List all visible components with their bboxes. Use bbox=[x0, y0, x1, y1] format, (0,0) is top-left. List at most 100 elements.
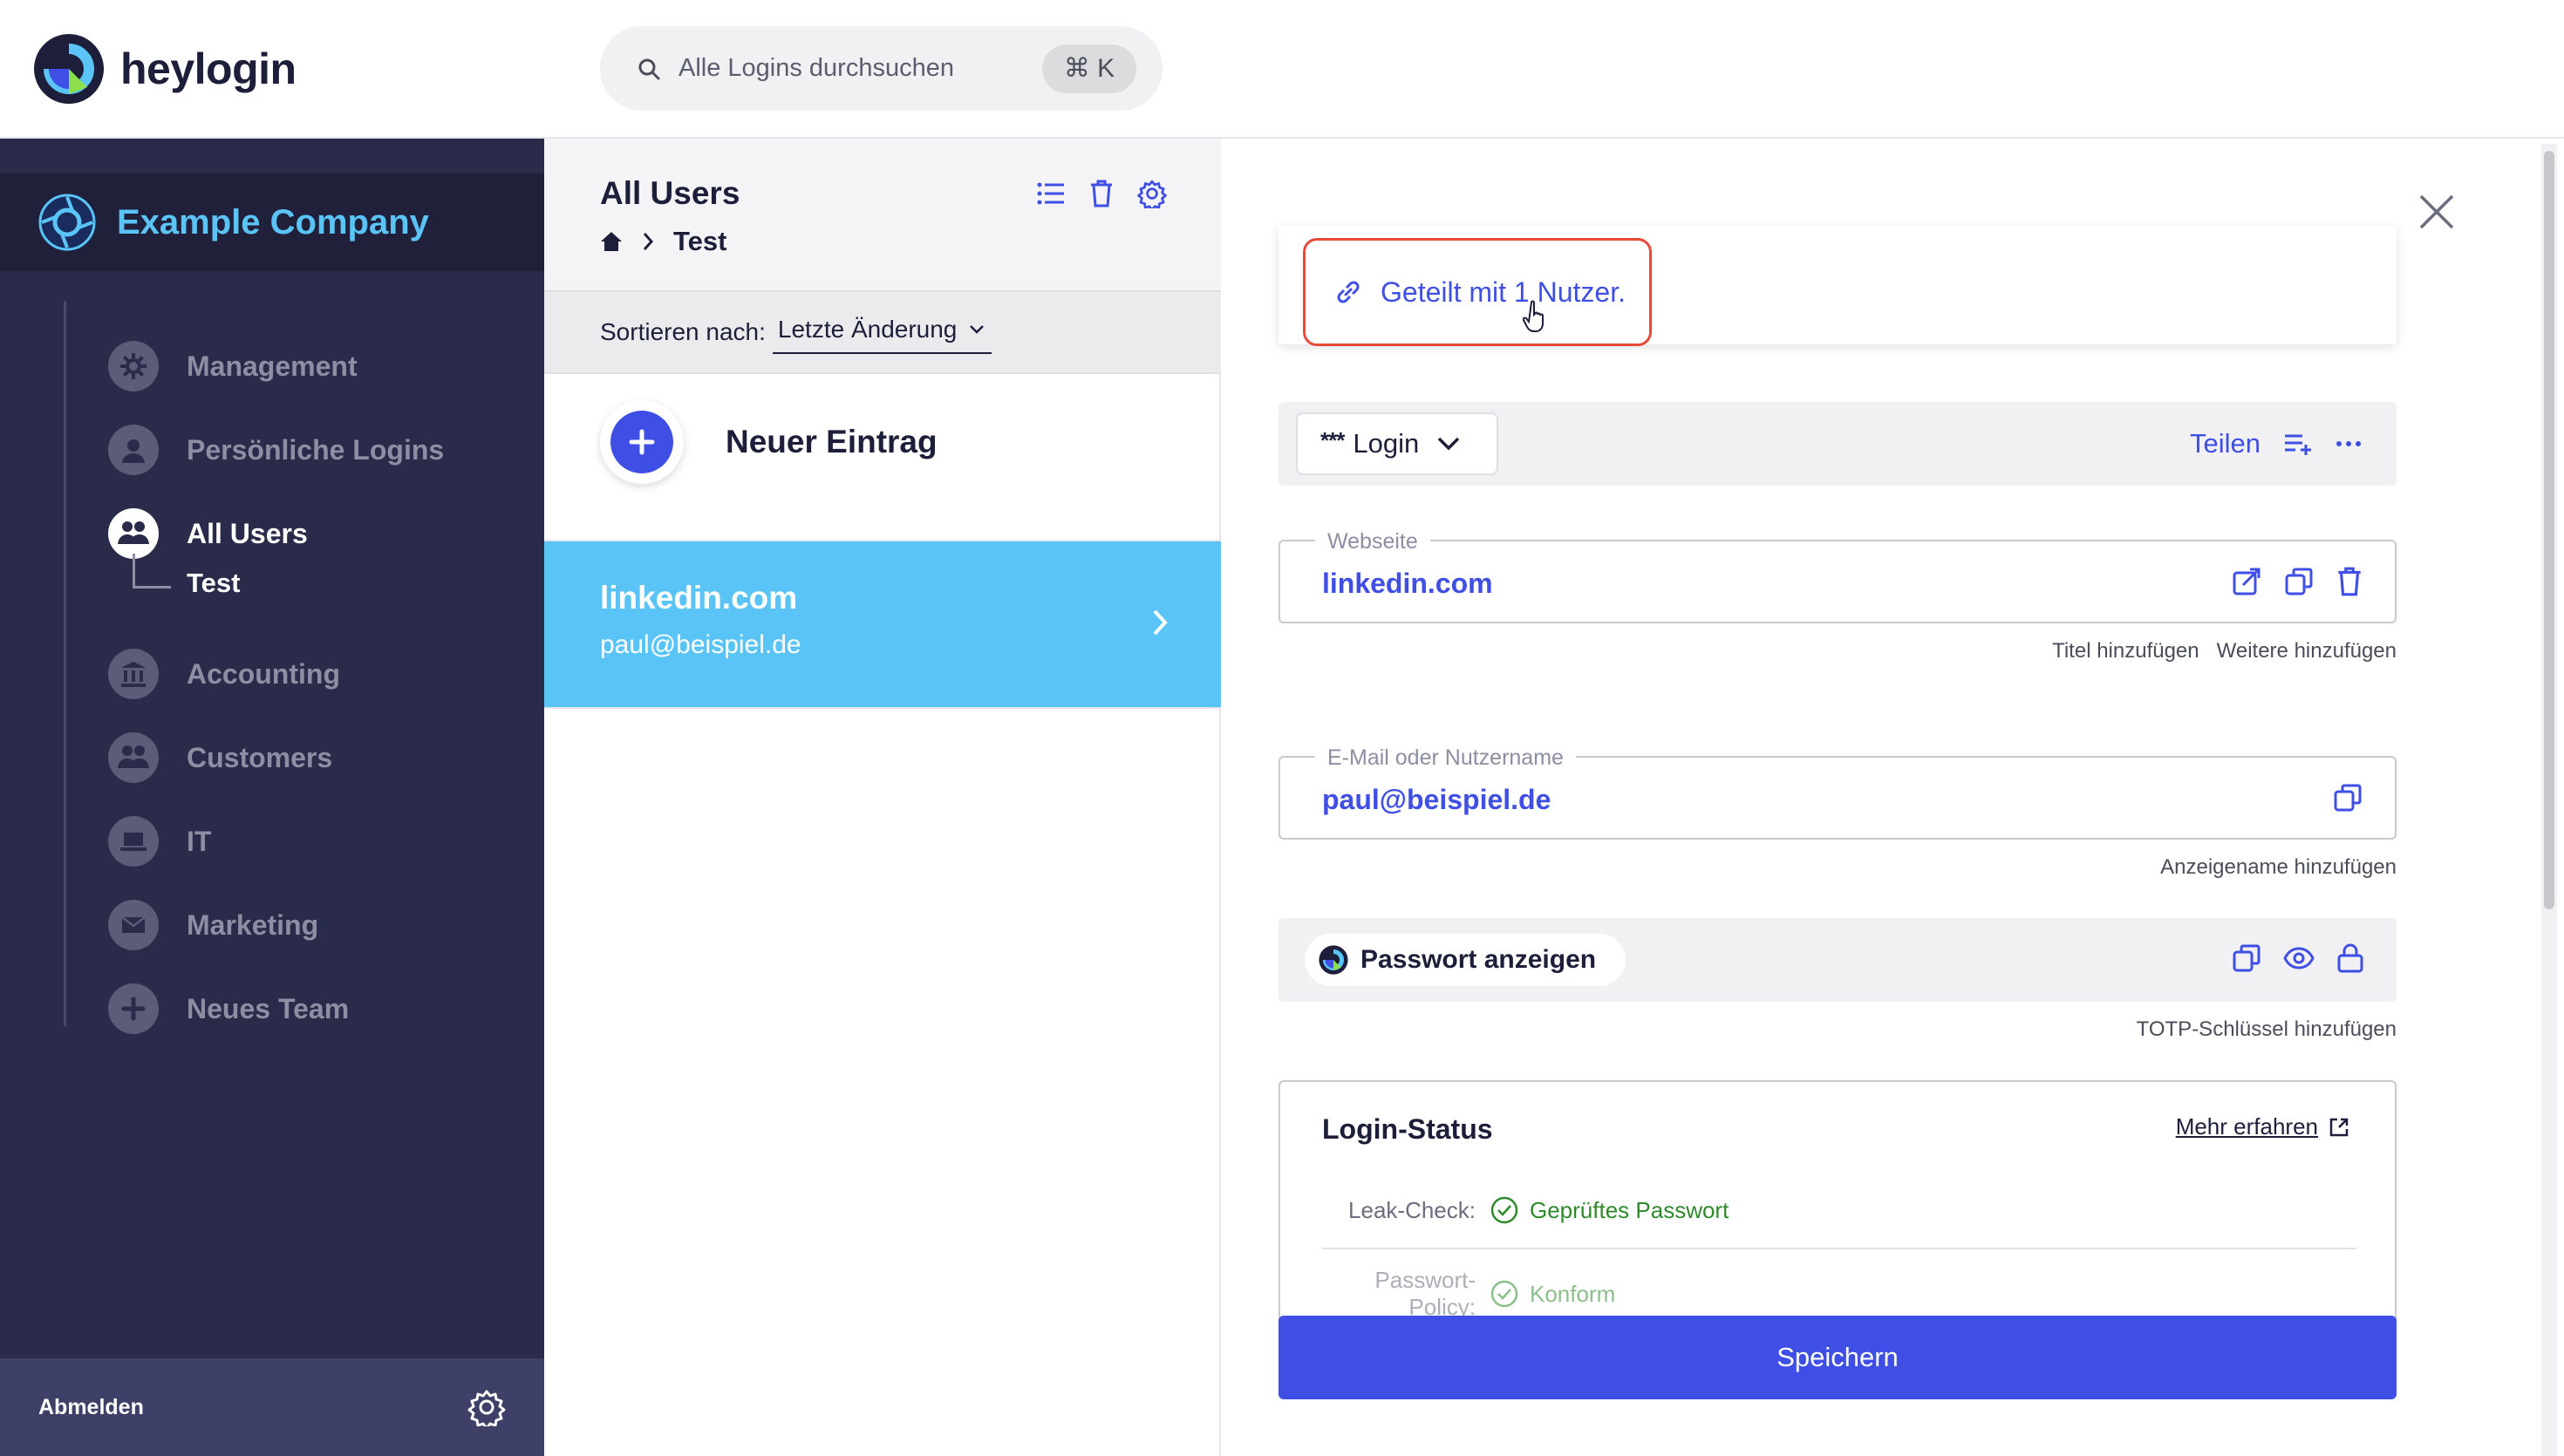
chevron-right-icon bbox=[642, 231, 654, 252]
person-icon bbox=[108, 425, 159, 475]
gear-icon[interactable] bbox=[1137, 179, 1167, 208]
envelope-icon bbox=[108, 900, 159, 950]
logo[interactable]: heylogin bbox=[33, 33, 297, 105]
login-status-title: Login-Status bbox=[1322, 1113, 1493, 1145]
company-name: Example Company bbox=[117, 202, 429, 242]
shared-info-card: Geteilt mit 1 Nutzer. bbox=[1279, 226, 2397, 346]
learn-more-text: Mehr erfahren bbox=[2175, 1113, 2318, 1140]
website-value[interactable]: linkedin.com bbox=[1322, 568, 1493, 600]
check-circle-icon bbox=[1490, 1195, 1519, 1225]
search-icon bbox=[637, 57, 661, 81]
status-value: Geprüftes Passwort bbox=[1530, 1196, 1729, 1223]
group-icon bbox=[108, 508, 159, 559]
heylogin-logo-icon bbox=[1319, 945, 1348, 975]
sidebar-item-accounting[interactable]: Accounting bbox=[108, 648, 340, 700]
link-icon bbox=[1332, 276, 1365, 309]
plus-icon bbox=[610, 411, 673, 473]
plus-icon bbox=[108, 983, 159, 1034]
trash-icon[interactable] bbox=[1088, 179, 1115, 208]
add-more-link[interactable]: Weitere hinzufügen bbox=[2217, 639, 2397, 663]
list-item[interactable]: linkedin.com paul@beispiel.de bbox=[544, 541, 1221, 707]
sidebar-item-personal-logins[interactable]: Persönliche Logins bbox=[108, 424, 444, 476]
bank-icon bbox=[108, 649, 159, 699]
company-logo-icon bbox=[38, 194, 96, 251]
sidebar-item-label: IT bbox=[187, 825, 212, 857]
heylogin-logo-icon bbox=[33, 33, 105, 105]
sidebar-item-it[interactable]: IT bbox=[108, 815, 211, 867]
copy-icon[interactable] bbox=[2332, 782, 2363, 813]
entry-detail-panel: Geteilt mit 1 Nutzer. *** Login Teilen W… bbox=[1221, 139, 2564, 1456]
login-status-card: Login-Status Mehr erfahren Leak-Check: G… bbox=[1279, 1080, 2397, 1342]
password-actions bbox=[2231, 942, 2365, 974]
sidebar-subitem-test[interactable]: Test bbox=[133, 554, 240, 598]
entry-list-panel: All Users Test Sortieren nach: Letzte Än… bbox=[544, 139, 1221, 1456]
sidebar-item-new-team[interactable]: Neues Team bbox=[108, 983, 349, 1035]
sidebar-item-customers[interactable]: Customers bbox=[108, 731, 332, 784]
sort-value: Letzte Änderung bbox=[777, 316, 958, 343]
sidebar-subitem-label: Test bbox=[187, 568, 241, 598]
search-input[interactable]: Alle Logins durchsuchen bbox=[679, 54, 1042, 83]
home-icon[interactable] bbox=[600, 230, 623, 253]
check-circle-icon bbox=[1490, 1279, 1519, 1309]
sidebar-item-label: Persönliche Logins bbox=[187, 433, 445, 466]
sidebar-item-label: Marketing bbox=[187, 908, 319, 941]
hand-cursor-icon bbox=[1523, 299, 1551, 334]
close-icon[interactable] bbox=[2417, 193, 2456, 231]
entry-type-select[interactable]: *** Login bbox=[1296, 412, 1498, 475]
status-row-leak-check: Leak-Check: Geprüftes Passwort bbox=[1322, 1195, 2356, 1225]
website-field[interactable]: Webseite linkedin.com bbox=[1279, 529, 2397, 623]
add-totp-link[interactable]: TOTP-Schlüssel hinzufügen bbox=[2137, 1017, 2397, 1042]
copy-icon[interactable] bbox=[2231, 942, 2262, 974]
shared-with-button[interactable]: Geteilt mit 1 Nutzer. bbox=[1303, 238, 1652, 346]
sidebar-item-label: Management bbox=[187, 350, 358, 382]
scrollbar[interactable] bbox=[2541, 144, 2557, 1456]
settings-gear-icon[interactable] bbox=[467, 1388, 506, 1426]
entry-title: linkedin.com bbox=[600, 580, 798, 616]
show-password-button[interactable]: Passwort anzeigen bbox=[1305, 934, 1626, 986]
sidebar-item-marketing[interactable]: Marketing bbox=[108, 899, 318, 951]
lock-icon[interactable] bbox=[2336, 942, 2365, 974]
gear-icon bbox=[108, 341, 159, 391]
sidebar-footer: Abmelden bbox=[0, 1358, 544, 1456]
search-shortcut-badge: ⌘ K bbox=[1042, 44, 1136, 93]
breadcrumb-current[interactable]: Test bbox=[673, 226, 726, 257]
trash-icon[interactable] bbox=[2336, 566, 2363, 597]
entry-type-label: Login bbox=[1353, 428, 1420, 459]
chevron-right-icon bbox=[1151, 608, 1169, 637]
list-header: All Users Test bbox=[544, 139, 1221, 290]
entry-actions: Teilen bbox=[2190, 418, 2362, 470]
more-options-icon[interactable] bbox=[2336, 439, 2362, 448]
company-switcher[interactable]: Example Company bbox=[0, 173, 544, 271]
sidebar-item-label: Customers bbox=[187, 741, 333, 773]
password-hints: TOTP-Schlüssel hinzufügen bbox=[2137, 1017, 2397, 1042]
username-value[interactable]: paul@beispiel.de bbox=[1322, 784, 1551, 816]
add-field-list-icon[interactable] bbox=[2283, 431, 2313, 457]
logout-button[interactable]: Abmelden bbox=[38, 1395, 144, 1420]
list-view-icon[interactable] bbox=[1036, 179, 1066, 208]
sidebar-item-label: All Users bbox=[187, 517, 308, 549]
breadcrumb: Test bbox=[600, 226, 726, 257]
sort-select[interactable]: Letzte Änderung bbox=[772, 310, 992, 354]
new-entry-button[interactable]: Neuer Eintrag bbox=[600, 400, 938, 484]
learn-more-link[interactable]: Mehr erfahren bbox=[2176, 1113, 2349, 1140]
username-actions bbox=[2332, 782, 2363, 813]
sort-label: Sortieren nach: bbox=[600, 318, 766, 345]
password-bar: Passwort anzeigen bbox=[1279, 918, 2397, 1002]
share-button[interactable]: Teilen bbox=[2190, 428, 2261, 459]
external-link-icon bbox=[2329, 1117, 2349, 1138]
divider bbox=[544, 707, 1221, 709]
copy-icon[interactable] bbox=[2283, 566, 2315, 597]
new-entry-label: Neuer Eintrag bbox=[726, 424, 938, 459]
open-external-icon[interactable] bbox=[2231, 566, 2262, 597]
status-value: Konform bbox=[1530, 1280, 1616, 1307]
eye-icon[interactable] bbox=[2283, 942, 2315, 974]
scrollbar-thumb[interactable] bbox=[2544, 151, 2554, 909]
save-button[interactable]: Speichern bbox=[1279, 1316, 2397, 1399]
brand-name: heylogin bbox=[120, 44, 297, 93]
username-field[interactable]: E-Mail oder Nutzername paul@beispiel.de bbox=[1279, 745, 2397, 840]
add-display-name-link[interactable]: Anzeigename hinzufügen bbox=[2160, 855, 2397, 880]
sidebar-item-management[interactable]: Management bbox=[108, 340, 358, 392]
add-title-link[interactable]: Titel hinzufügen bbox=[2052, 639, 2199, 663]
search-box[interactable]: Alle Logins durchsuchen ⌘ K bbox=[600, 26, 1163, 111]
sidebar-item-all-users[interactable]: All Users bbox=[108, 507, 308, 560]
